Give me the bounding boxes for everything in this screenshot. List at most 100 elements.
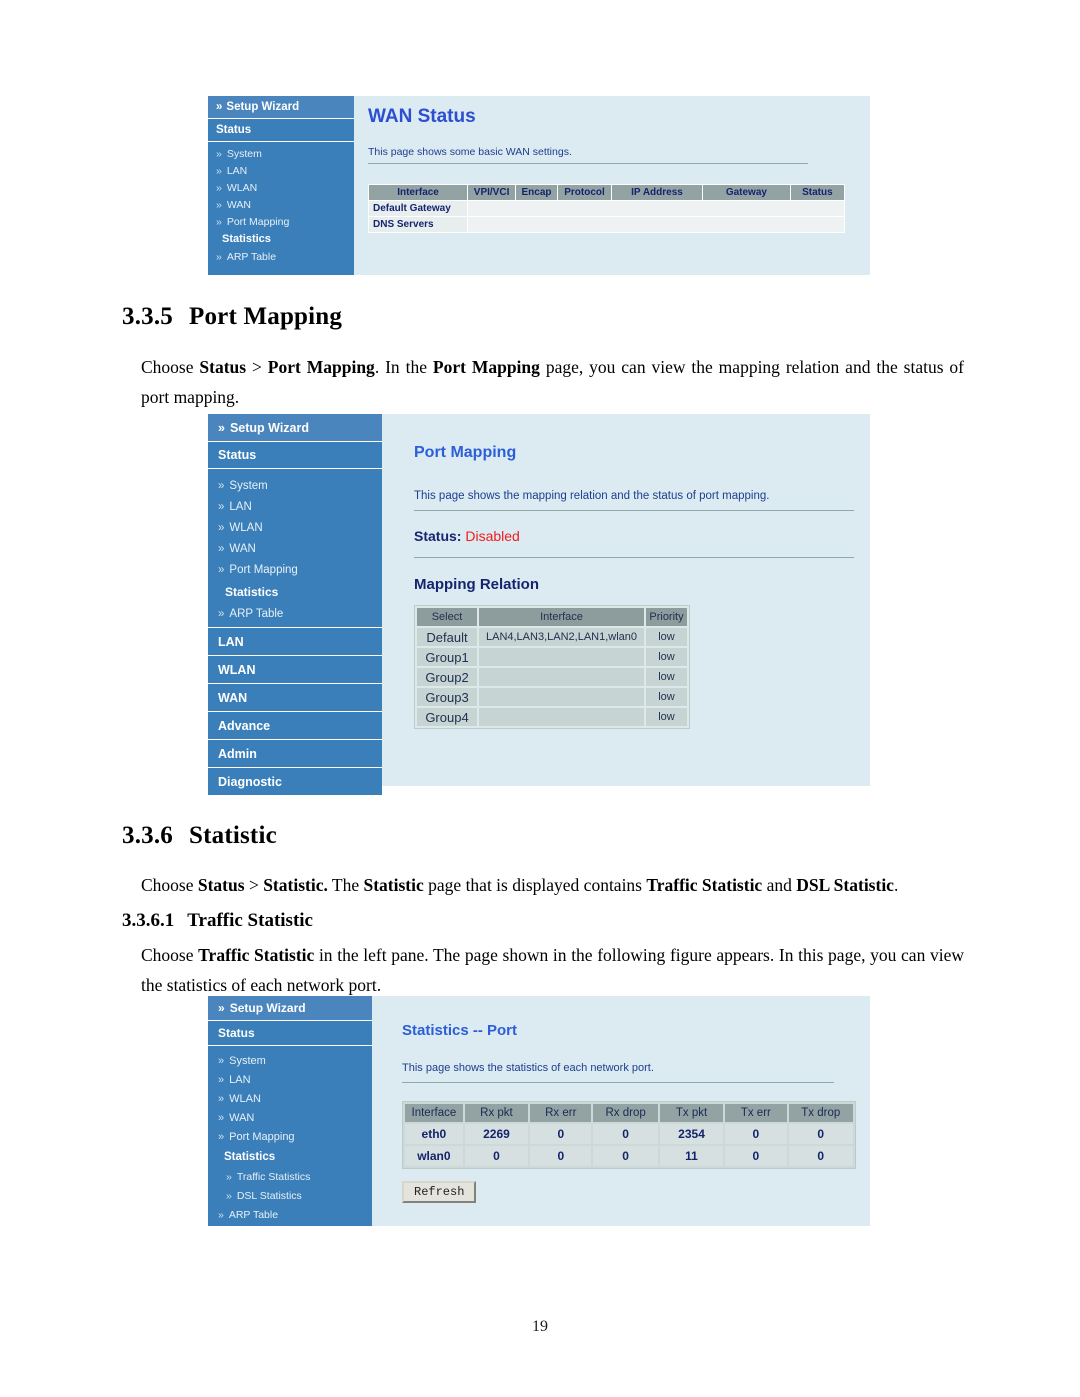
sidebar-item-label: WLAN: [226, 181, 258, 194]
sidebar-item-system[interactable]: » System: [208, 145, 354, 162]
select-cell[interactable]: Group3: [417, 688, 477, 706]
column-header: Tx pkt: [659, 1104, 724, 1122]
sidebar-item-label: Diagnostic: [218, 774, 282, 789]
double-chevron-icon: »: [216, 101, 223, 113]
sidebar-item-label: Port Mapping: [229, 563, 298, 576]
sidebar-item-arp-table[interactable]: » ARP Table: [208, 603, 382, 625]
sidebar-item-wlan[interactable]: » WLAN: [208, 179, 354, 196]
sidebar-item-port-mapping[interactable]: » Port Mapping: [208, 213, 354, 230]
interface-cell: [479, 688, 644, 706]
chevron-icon: »: [218, 608, 225, 620]
sidebar-item-lan[interactable]: » LAN: [208, 1070, 372, 1089]
sidebar-item-wan[interactable]: » WAN: [208, 196, 354, 213]
interface-cell: [479, 708, 644, 726]
cell-rx-drop: 0: [593, 1124, 658, 1144]
sidebar-item-system[interactable]: » System: [208, 1051, 372, 1070]
cell-rx-pkt: 2269: [464, 1124, 529, 1144]
sidebar-item-diagnostic[interactable]: Diagnostic: [208, 768, 382, 795]
chevron-icon: »: [216, 181, 222, 194]
sidebar-item-lan[interactable]: » LAN: [208, 496, 382, 517]
sidebar-item-status[interactable]: Status: [208, 119, 354, 142]
sidebar-item-setup-wizard[interactable]: » Setup Wizard: [208, 996, 372, 1021]
sidebar-item-wlan[interactable]: » WLAN: [208, 517, 382, 538]
sidebar-item-label: WAN: [226, 198, 251, 211]
sidebar-item-label: System: [229, 479, 268, 492]
priority-cell[interactable]: low: [646, 708, 687, 726]
sidebar-item-port-mapping[interactable]: » Port Mapping: [208, 559, 382, 580]
sidebar-item-wlan-section[interactable]: WLAN: [208, 656, 382, 684]
text-bold: Port Mapping: [267, 357, 375, 377]
divider: [402, 1082, 834, 1083]
priority-cell[interactable]: low: [646, 668, 687, 686]
sidebar-item-label: WLAN: [229, 1092, 261, 1105]
chevron-icon: »: [216, 250, 222, 263]
column-header: Tx err: [725, 1104, 787, 1122]
text-bold: Traffic Statistic: [198, 945, 315, 965]
sidebar-sub-list: » System » LAN » WLAN » WAN » Port Mappi…: [208, 1046, 372, 1224]
select-cell[interactable]: Default: [417, 628, 477, 646]
sidebar-item-setup-wizard[interactable]: » Setup Wizard: [208, 414, 382, 442]
sidebar-item-label: WAN: [229, 542, 256, 555]
sidebar-item-label: DSL Statistics: [236, 1189, 302, 1202]
interface-cell: [479, 648, 644, 666]
select-cell[interactable]: Group1: [417, 648, 477, 666]
sidebar-item-arp-table[interactable]: » ARP Table: [208, 1205, 372, 1224]
priority-cell[interactable]: low: [646, 628, 687, 646]
cell-interface: eth0: [405, 1124, 463, 1144]
chevron-icon: »: [218, 521, 225, 534]
page-title: WAN Status: [368, 106, 476, 127]
priority-cell[interactable]: low: [646, 648, 687, 666]
column-header: VPI/VCI: [468, 185, 516, 200]
sidebar-item-wan[interactable]: » WAN: [208, 1108, 372, 1127]
sidebar-item-setup-wizard[interactable]: » Setup Wizard: [208, 96, 354, 119]
column-header: Rx pkt: [464, 1104, 529, 1122]
sidebar-item-arp-table[interactable]: » ARP Table: [208, 248, 354, 265]
sidebar-item-lan-section[interactable]: LAN: [208, 627, 382, 656]
table-row: eth0 2269 0 0 2354 0 0: [405, 1124, 853, 1144]
sidebar-item-statistics[interactable]: Statistics: [208, 1146, 372, 1167]
sidebar-item-wlan[interactable]: » WLAN: [208, 1089, 372, 1108]
refresh-button[interactable]: Refresh: [402, 1181, 477, 1203]
sidebar-item-system[interactable]: » System: [208, 475, 382, 496]
row-label: DNS Servers: [369, 217, 468, 232]
column-header-interface: Interface: [479, 608, 644, 626]
row-value: [468, 201, 844, 216]
table-row: Group4 low: [417, 708, 687, 726]
section-title: Statistic: [189, 822, 277, 849]
sidebar-item-admin[interactable]: Admin: [208, 740, 382, 768]
sidebar-item-status[interactable]: Status: [208, 1021, 372, 1046]
sidebar-item-advance[interactable]: Advance: [208, 712, 382, 740]
select-cell[interactable]: Group4: [417, 708, 477, 726]
sidebar-item-statistics[interactable]: Statistics: [208, 230, 354, 248]
section-heading-3-3-6: 3.3.6 Statistic: [122, 822, 277, 850]
text-fragment: .: [893, 875, 899, 895]
port-statistics-table: Interface Rx pkt Rx err Rx drop Tx pkt T…: [402, 1101, 856, 1169]
divider: [414, 510, 854, 511]
divider: [368, 163, 808, 164]
table-header-row: Interface VPI/VCI Encap Protocol IP Addr…: [369, 185, 844, 200]
status-line: Status: Disabled: [414, 528, 856, 544]
sidebar-port-mapping: » Setup Wizard Status » System » LAN » W…: [208, 414, 382, 795]
column-header: Status: [790, 185, 844, 200]
sidebar-item-label: ARP Table: [226, 250, 277, 263]
priority-cell[interactable]: low: [646, 688, 687, 706]
sidebar-item-traffic-statistics[interactable]: » Traffic Statistics: [208, 1167, 372, 1186]
chevron-icon: »: [218, 1111, 225, 1124]
sidebar-item-lan[interactable]: » LAN: [208, 162, 354, 179]
sidebar-item-label: LAN: [226, 164, 248, 177]
text-fragment: Choose: [141, 875, 198, 895]
sidebar-item-dsl-statistics[interactable]: » DSL Statistics: [208, 1186, 372, 1205]
text-bold: DSL Statistic: [796, 875, 894, 895]
sidebar-item-wan[interactable]: » WAN: [208, 538, 382, 559]
sidebar-item-statistics[interactable]: Statistics: [208, 580, 382, 603]
sidebar-item-status[interactable]: Status: [208, 442, 382, 469]
chevron-icon: »: [226, 1170, 232, 1183]
text-fragment: Choose: [141, 357, 200, 377]
column-header: Gateway: [702, 185, 790, 200]
select-cell[interactable]: Group2: [417, 668, 477, 686]
sidebar-item-wan-section[interactable]: WAN: [208, 684, 382, 712]
screenshot-traffic-statistics: » Setup Wizard Status » System » LAN » W…: [208, 996, 870, 1226]
column-header: Encap: [516, 185, 557, 200]
sidebar-item-port-mapping[interactable]: » Port Mapping: [208, 1127, 372, 1146]
text-bold: Statistic.: [263, 875, 328, 895]
